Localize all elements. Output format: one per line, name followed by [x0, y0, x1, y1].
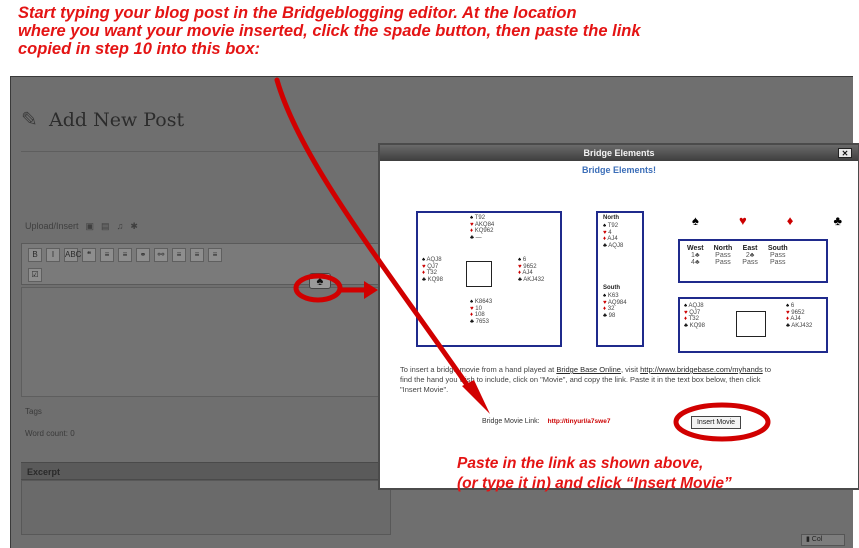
- description-text: , visit: [620, 365, 641, 374]
- hand-suit-line: ♣ AKJ432: [518, 276, 545, 283]
- auction-cell: 2♣: [745, 252, 755, 259]
- auction-cell: Pass: [769, 252, 786, 259]
- auction-diagram[interactable]: West North East South 1♣ Pass 2♣ Pass 4♣ Pass Pas…: [678, 239, 828, 283]
- toolbar-button[interactable]: ≡: [118, 248, 132, 262]
- bbo-link[interactable]: Bridge Base Online: [556, 365, 621, 374]
- east-hand: ♠ 6 ♥ 9652 ♦ AJ4 ♣ AKJ432: [786, 303, 812, 329]
- auction-header: West: [687, 245, 704, 252]
- audio-icon[interactable]: ♫: [117, 221, 124, 232]
- hand-suit-line: ♣ AKJ432: [786, 322, 813, 329]
- table-square: [736, 311, 766, 337]
- dialog-titlebar: Bridge Elements ✕: [380, 145, 858, 161]
- divider: [21, 151, 391, 152]
- hand-suit-line: ♣ KQ98: [684, 322, 705, 329]
- dialog-description: To insert a bridge movie from a hand pla…: [400, 365, 780, 395]
- myhands-link[interactable]: http://www.bridgebase.com/myhands: [640, 365, 763, 374]
- heart-icon[interactable]: ♥: [739, 213, 747, 228]
- auction-cell: 4♣: [691, 259, 700, 266]
- south-label: South: [603, 285, 620, 291]
- north-south-diagram[interactable]: North ♠ T92 ♥ 4 ♦ AJ4 ♣ AQJ8 South ♠ K63 ♥ A…: [596, 211, 644, 347]
- auction-row: 4♣ Pass Pass Pass: [682, 259, 793, 266]
- media-icon[interactable]: ✱: [130, 221, 138, 232]
- editor-toolbar: B I ABC ❝ ≡ ≡ ⚭ ⚯ ≡ ≡ ≡ ☑: [21, 243, 391, 285]
- west-hand: ♠ AQJ8 ♥ QJ7 ♦ T32 ♣ KQ98: [684, 303, 705, 329]
- dialog-title: Bridge Elements: [583, 148, 655, 158]
- toolbar-row: B I ABC ❝ ≡ ≡ ⚭ ⚯ ≡ ≡ ≡: [22, 244, 390, 264]
- north-label: North: [603, 215, 619, 221]
- pen-icon: ✎: [21, 109, 38, 131]
- toolbar-row-2: ☑: [22, 264, 390, 284]
- image-icon[interactable]: ▣: [86, 221, 95, 232]
- auction-cell: Pass: [715, 252, 731, 259]
- spade-button[interactable]: ♠: [309, 273, 331, 289]
- toolbar-button[interactable]: ⚭: [136, 248, 150, 262]
- east-hand: ♠ 6 ♥ 9652 ♦ AJ4 ♣ AKJ432: [518, 257, 544, 283]
- format-icon[interactable]: ☑: [28, 268, 42, 282]
- movie-link-label: Bridge Movie Link:: [482, 418, 540, 425]
- spade-icon[interactable]: ♠: [692, 213, 699, 228]
- hand-suit-line: ♣ —: [470, 234, 482, 241]
- dialog-heading: Bridge Elements!: [581, 165, 657, 175]
- movie-link-row: Bridge Movie Link: http://tinyurl/a7swe7: [482, 418, 628, 425]
- close-icon[interactable]: ✕: [838, 148, 852, 158]
- diamond-icon[interactable]: ♦: [787, 213, 794, 228]
- bridge-elements-dialog: Bridge Elements ✕ Bridge Elements! ♠ T92…: [378, 143, 859, 490]
- suit-buttons: ♠ ♥ ♦ ♣: [692, 213, 842, 228]
- toolbar-button[interactable]: ≡: [208, 248, 222, 262]
- hand-suit-line: ♣ 7653: [470, 318, 489, 325]
- north-hand: ♠ T92 ♥ AKQ84 ♦ KQ962 ♣ —: [470, 215, 494, 241]
- top-instruction-text: Start typing your blog post in the Bridg…: [18, 4, 641, 58]
- club-icon[interactable]: ♣: [833, 213, 842, 228]
- auction-header: East: [742, 245, 758, 252]
- excerpt-header[interactable]: Excerpt: [21, 462, 391, 480]
- tags-label: Tags: [25, 407, 42, 416]
- auction-cell: 1♣: [691, 252, 700, 259]
- hand-suit-line: ♣ AQJ8: [603, 242, 624, 249]
- auction-table: West North East South 1♣ Pass 2♣ Pass 4♣ Pass Pas…: [682, 245, 793, 266]
- toolbar-button[interactable]: ≡: [190, 248, 204, 262]
- toolbar-button[interactable]: ≡: [172, 248, 186, 262]
- upload-insert-label: Upload/Insert: [25, 221, 79, 231]
- toolbar-button[interactable]: ≡: [100, 248, 114, 262]
- footer-button[interactable]: ▮ Col: [801, 534, 845, 546]
- upload-insert-bar: Upload/Insert ▣ ▤ ♫ ✱: [25, 221, 138, 232]
- word-count: Word count: 0: [25, 429, 75, 438]
- toolbar-button[interactable]: ⚯: [154, 248, 168, 262]
- excerpt-textarea[interactable]: [21, 480, 391, 535]
- movie-link-input[interactable]: http://tinyurl/a7swe7: [548, 418, 628, 425]
- toolbar-button[interactable]: ABC: [64, 248, 81, 262]
- hand-suit-line: ♣ 98: [603, 312, 616, 319]
- toolbar-button[interactable]: I: [46, 248, 60, 262]
- auction-cell: Pass: [715, 259, 731, 266]
- page-title: Add New Post: [49, 109, 185, 131]
- post-content-editor[interactable]: [21, 287, 391, 397]
- bottom-instruction-text: Paste in the link as shown above, (or ty…: [457, 455, 732, 492]
- south-hand: ♠ K8643 ♥ 10 ♦ 108 ♣ 7653: [470, 299, 492, 325]
- auction-cell: Pass: [742, 259, 758, 266]
- auction-row: 1♣ Pass 2♣ Pass: [682, 252, 793, 259]
- description-text: To insert a bridge movie from a hand pla…: [400, 365, 557, 374]
- auction-header: North: [713, 245, 733, 252]
- west-hand: ♠ AQJ8 ♥ QJ7 ♦ T32 ♣ KQ98: [422, 257, 443, 283]
- insert-movie-button[interactable]: Insert Movie: [691, 416, 741, 429]
- toolbar-button[interactable]: B: [28, 248, 42, 262]
- full-deal-diagram[interactable]: ♠ T92 ♥ AKQ84 ♦ KQ962 ♣ — ♠ AQJ8 ♥ QJ7 ♦ T32 ♣…: [416, 211, 562, 347]
- south-hand: ♠ K63 ♥ AQ984 ♦ 32 ♣ 98: [603, 293, 627, 319]
- hand-suit-line: ♣ KQ98: [422, 276, 443, 283]
- toolbar-button[interactable]: ❝: [82, 248, 96, 262]
- auction-header: South: [767, 245, 788, 252]
- table-square: [466, 261, 492, 287]
- north-hand: ♠ T92 ♥ 4 ♦ AJ4 ♣ AQJ8: [603, 223, 623, 249]
- auction-cell: Pass: [769, 259, 786, 266]
- east-west-diagram[interactable]: ♠ AQJ8 ♥ QJ7 ♦ T32 ♣ KQ98 ♠ 6 ♥ 9652 ♦ AJ4 ♣ A…: [678, 297, 828, 353]
- video-icon[interactable]: ▤: [101, 221, 110, 232]
